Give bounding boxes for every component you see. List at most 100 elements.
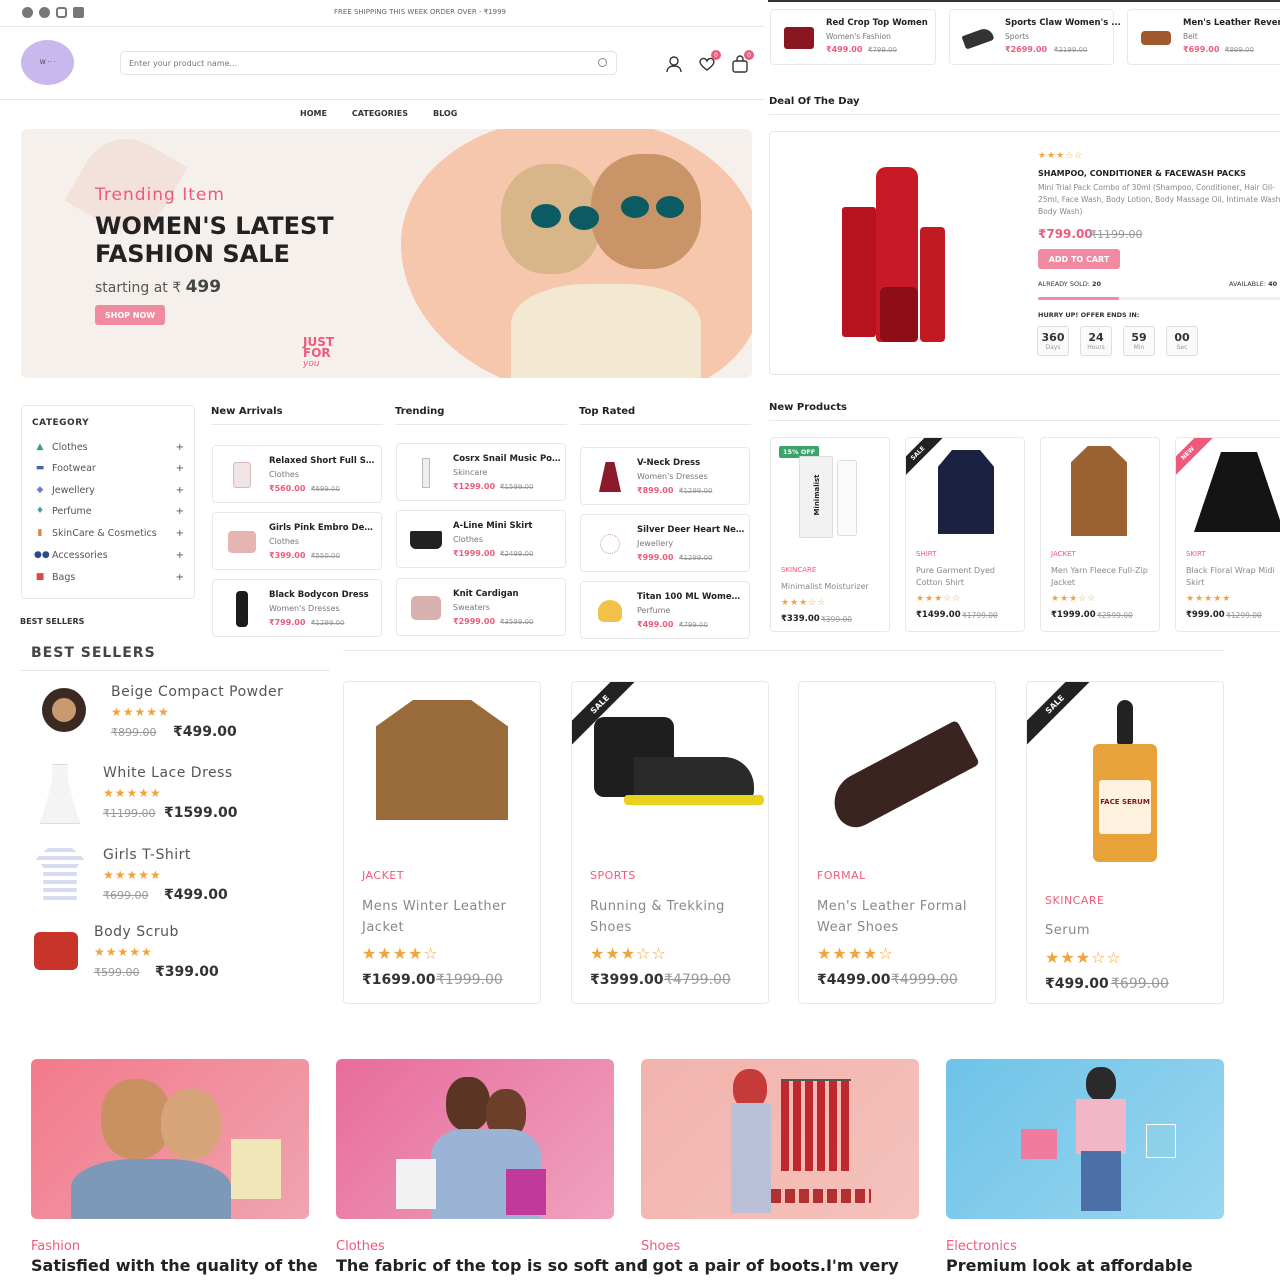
list-item[interactable]: Silver Deer Heart Neck... Jewellery ₹999… [580, 514, 750, 572]
product-title[interactable]: Titan 100 ML Womens ... [637, 592, 745, 602]
featured-product-card[interactable]: JACKET Mens Winter Leather Jacket ★★★★☆ … [343, 681, 541, 1004]
featured-product-card[interactable]: SALE SPORTS Running & Trekking Shoes ★★★… [571, 681, 769, 1004]
category-item-accessories[interactable]: ●● Accessories + [34, 545, 184, 565]
new-products-underline [769, 420, 1280, 421]
list-item[interactable]: A-Line Mini Skirt Clothes ₹1999.00 ₹2499… [396, 510, 566, 568]
expand-icon[interactable]: + [176, 485, 184, 496]
category-item-jewellery[interactable]: ◆ Jewellery + [34, 480, 184, 500]
new-product-card[interactable]: JACKET Men Yarn Fleece Full-Zip Jacket ★… [1040, 437, 1160, 632]
category-item-skincare[interactable]: ▮ SkinCare & Cosmetics + [34, 523, 184, 543]
blog-image-shoes[interactable] [641, 1059, 919, 1219]
category-item-perfume[interactable]: ♦ Perfume + [34, 501, 184, 521]
product-title[interactable]: Knit Cardigan [453, 589, 561, 599]
product-title[interactable]: A-Line Mini Skirt [453, 521, 561, 531]
product-title[interactable]: Sports Claw Women's ... [1005, 18, 1121, 28]
search-input[interactable] [129, 56, 579, 71]
product-name[interactable]: Beige Compact Powder [111, 684, 283, 700]
hero-starting-price: 499 [185, 277, 222, 297]
category-item-footwear[interactable]: ▬ Footwear + [34, 458, 184, 478]
jewel-icon: ◆ [36, 485, 44, 495]
list-item[interactable]: Relaxed Short Full Slee... Clothes ₹560.… [212, 445, 382, 503]
product-title[interactable]: V-Neck Dress [637, 458, 745, 468]
product-price: ₹499.00 [637, 620, 674, 629]
product-rating: ★★★★★ [94, 945, 153, 959]
top-product-card[interactable]: Men's Leather Reversi... Belt ₹699.00 ₹9… [1127, 9, 1280, 65]
expand-icon[interactable]: + [176, 506, 184, 517]
linkedin-icon[interactable] [73, 7, 84, 18]
blog-image-electronics[interactable] [946, 1059, 1224, 1219]
expand-icon[interactable]: + [176, 572, 184, 583]
top-product-card[interactable]: Red Crop Top Women Women's Fashion ₹499.… [770, 9, 936, 65]
product-title[interactable]: Black Bodycon Dress [269, 590, 377, 600]
cosmetics-icon: ▮ [37, 528, 43, 538]
blog-title[interactable]: Premium look at affordable [946, 1256, 1193, 1275]
product-title[interactable]: Girls Pink Embro Desig... [269, 523, 377, 533]
list-item[interactable]: Girls Pink Embro Desig... Clothes ₹399.0… [212, 512, 382, 570]
list-item[interactable]: V-Neck Dress Women's Dresses ₹899.00 ₹12… [580, 447, 750, 505]
cart-button[interactable]: 0 [730, 50, 754, 74]
search-bar[interactable] [120, 51, 617, 75]
product-name[interactable]: Black Floral Wrap Midi Skirt [1186, 565, 1280, 589]
wishlist-button[interactable]: 0 [697, 50, 721, 74]
shop-now-button[interactable]: SHOP NOW [95, 305, 165, 325]
product-thumbnail [34, 932, 78, 970]
nav-blog[interactable]: BLOG [433, 109, 457, 118]
search-icon[interactable] [598, 58, 607, 67]
facebook-icon[interactable] [22, 7, 33, 18]
featured-product-card[interactable]: SALE FACE SERUM SKINCARE Serum ★★★☆☆ ₹49… [1026, 681, 1224, 1004]
product-name[interactable]: Men Yarn Fleece Full-Zip Jacket [1051, 565, 1155, 589]
new-product-card[interactable]: SALE SHIRT Pure Garment Dyed Cotton Shir… [905, 437, 1025, 632]
deal-title[interactable]: SHAMPOO, CONDITIONER & FACEWASH PACKS [1038, 169, 1246, 178]
blog-image-fashion[interactable] [31, 1059, 309, 1219]
product-title[interactable]: Relaxed Short Full Slee... [269, 456, 377, 466]
best-seller-item[interactable]: Body Scrub ★★★★★ ₹599.00 ₹399.00 [0, 920, 320, 990]
logo[interactable]: W ·· · [21, 40, 74, 85]
twitter-icon[interactable] [39, 7, 50, 18]
blog-title[interactable]: The fabric of the top is so soft and [336, 1256, 648, 1275]
list-item[interactable]: Cosrx Snail Music Pow... Skincare ₹1299.… [396, 443, 566, 501]
expand-icon[interactable]: + [176, 463, 184, 474]
expand-icon[interactable]: + [176, 550, 184, 561]
product-name[interactable]: Minimalist Moisturizer [781, 581, 885, 593]
new-product-card[interactable]: 15% OFF Minimalist SKINCARE Minimalist M… [770, 437, 890, 632]
product-name-line2[interactable]: Wear Shoes [817, 917, 987, 938]
product-name[interactable]: White Lace Dress [103, 765, 233, 781]
add-to-cart-button[interactable]: ADD TO CART [1038, 249, 1120, 269]
expand-icon[interactable]: + [176, 442, 184, 453]
bottle-label: FACE SERUM [1099, 780, 1151, 834]
product-name-line2[interactable]: Shoes [590, 917, 760, 938]
new-product-card[interactable]: NEW SKIRT Black Floral Wrap Midi Skirt ★… [1175, 437, 1280, 632]
best-seller-item[interactable]: Girls T-Shirt ★★★★★ ₹699.00 ₹499.00 [0, 842, 320, 912]
list-item[interactable]: Titan 100 ML Womens ... Perfume ₹499.00 … [580, 581, 750, 639]
category-item-bags[interactable]: ■ Bags + [34, 567, 184, 587]
product-name[interactable]: Pure Garment Dyed Cotton Shirt [916, 565, 1020, 589]
list-item[interactable]: Black Bodycon Dress Women's Dresses ₹799… [212, 579, 382, 637]
best-seller-item[interactable]: White Lace Dress ★★★★★ ₹1199.00 ₹1599.00 [0, 760, 320, 830]
product-title[interactable]: Red Crop Top Women [826, 18, 928, 28]
blog-title[interactable]: Satisfied with the quality of the [31, 1256, 318, 1275]
nav-home[interactable]: HOME [300, 109, 327, 118]
product-name-line2[interactable]: Jacket [362, 917, 532, 938]
instagram-icon[interactable] [56, 7, 67, 18]
blog-title[interactable]: I got a pair of boots.I'm very [641, 1256, 899, 1275]
list-item[interactable]: Knit Cardigan Sweaters ₹2999.00 ₹3599.00 [396, 578, 566, 636]
product-title[interactable]: Cosrx Snail Music Pow... [453, 454, 561, 464]
top-product-card[interactable]: Sports Claw Women's ... Sports ₹2699.00 … [949, 9, 1121, 65]
product-name-line1[interactable]: Serum [1045, 920, 1215, 941]
category-item-clothes[interactable]: ▲ Clothes + [34, 437, 184, 457]
product-name[interactable]: Body Scrub [94, 924, 179, 940]
best-seller-item[interactable]: Beige Compact Powder ★★★★★ ₹899.00 ₹499.… [0, 680, 320, 750]
blog-image-clothes[interactable] [336, 1059, 614, 1219]
featured-product-card[interactable]: FORMAL Men's Leather Formal Wear Shoes ★… [798, 681, 996, 1004]
product-title[interactable]: Men's Leather Reversi... [1183, 18, 1280, 28]
expand-icon[interactable]: + [176, 528, 184, 539]
category-label: Clothes [52, 441, 88, 453]
product-title[interactable]: Silver Deer Heart Neck... [637, 525, 745, 535]
product-name-line1[interactable]: Men's Leather Formal [817, 896, 987, 917]
product-price: ₹1699.00 [362, 972, 436, 988]
product-name[interactable]: Girls T-Shirt [103, 847, 191, 863]
user-button[interactable] [664, 54, 684, 74]
product-name-line1[interactable]: Mens Winter Leather [362, 896, 532, 917]
nav-categories[interactable]: CATEGORIES [352, 109, 408, 118]
product-name-line1[interactable]: Running & Trekking [590, 896, 760, 917]
